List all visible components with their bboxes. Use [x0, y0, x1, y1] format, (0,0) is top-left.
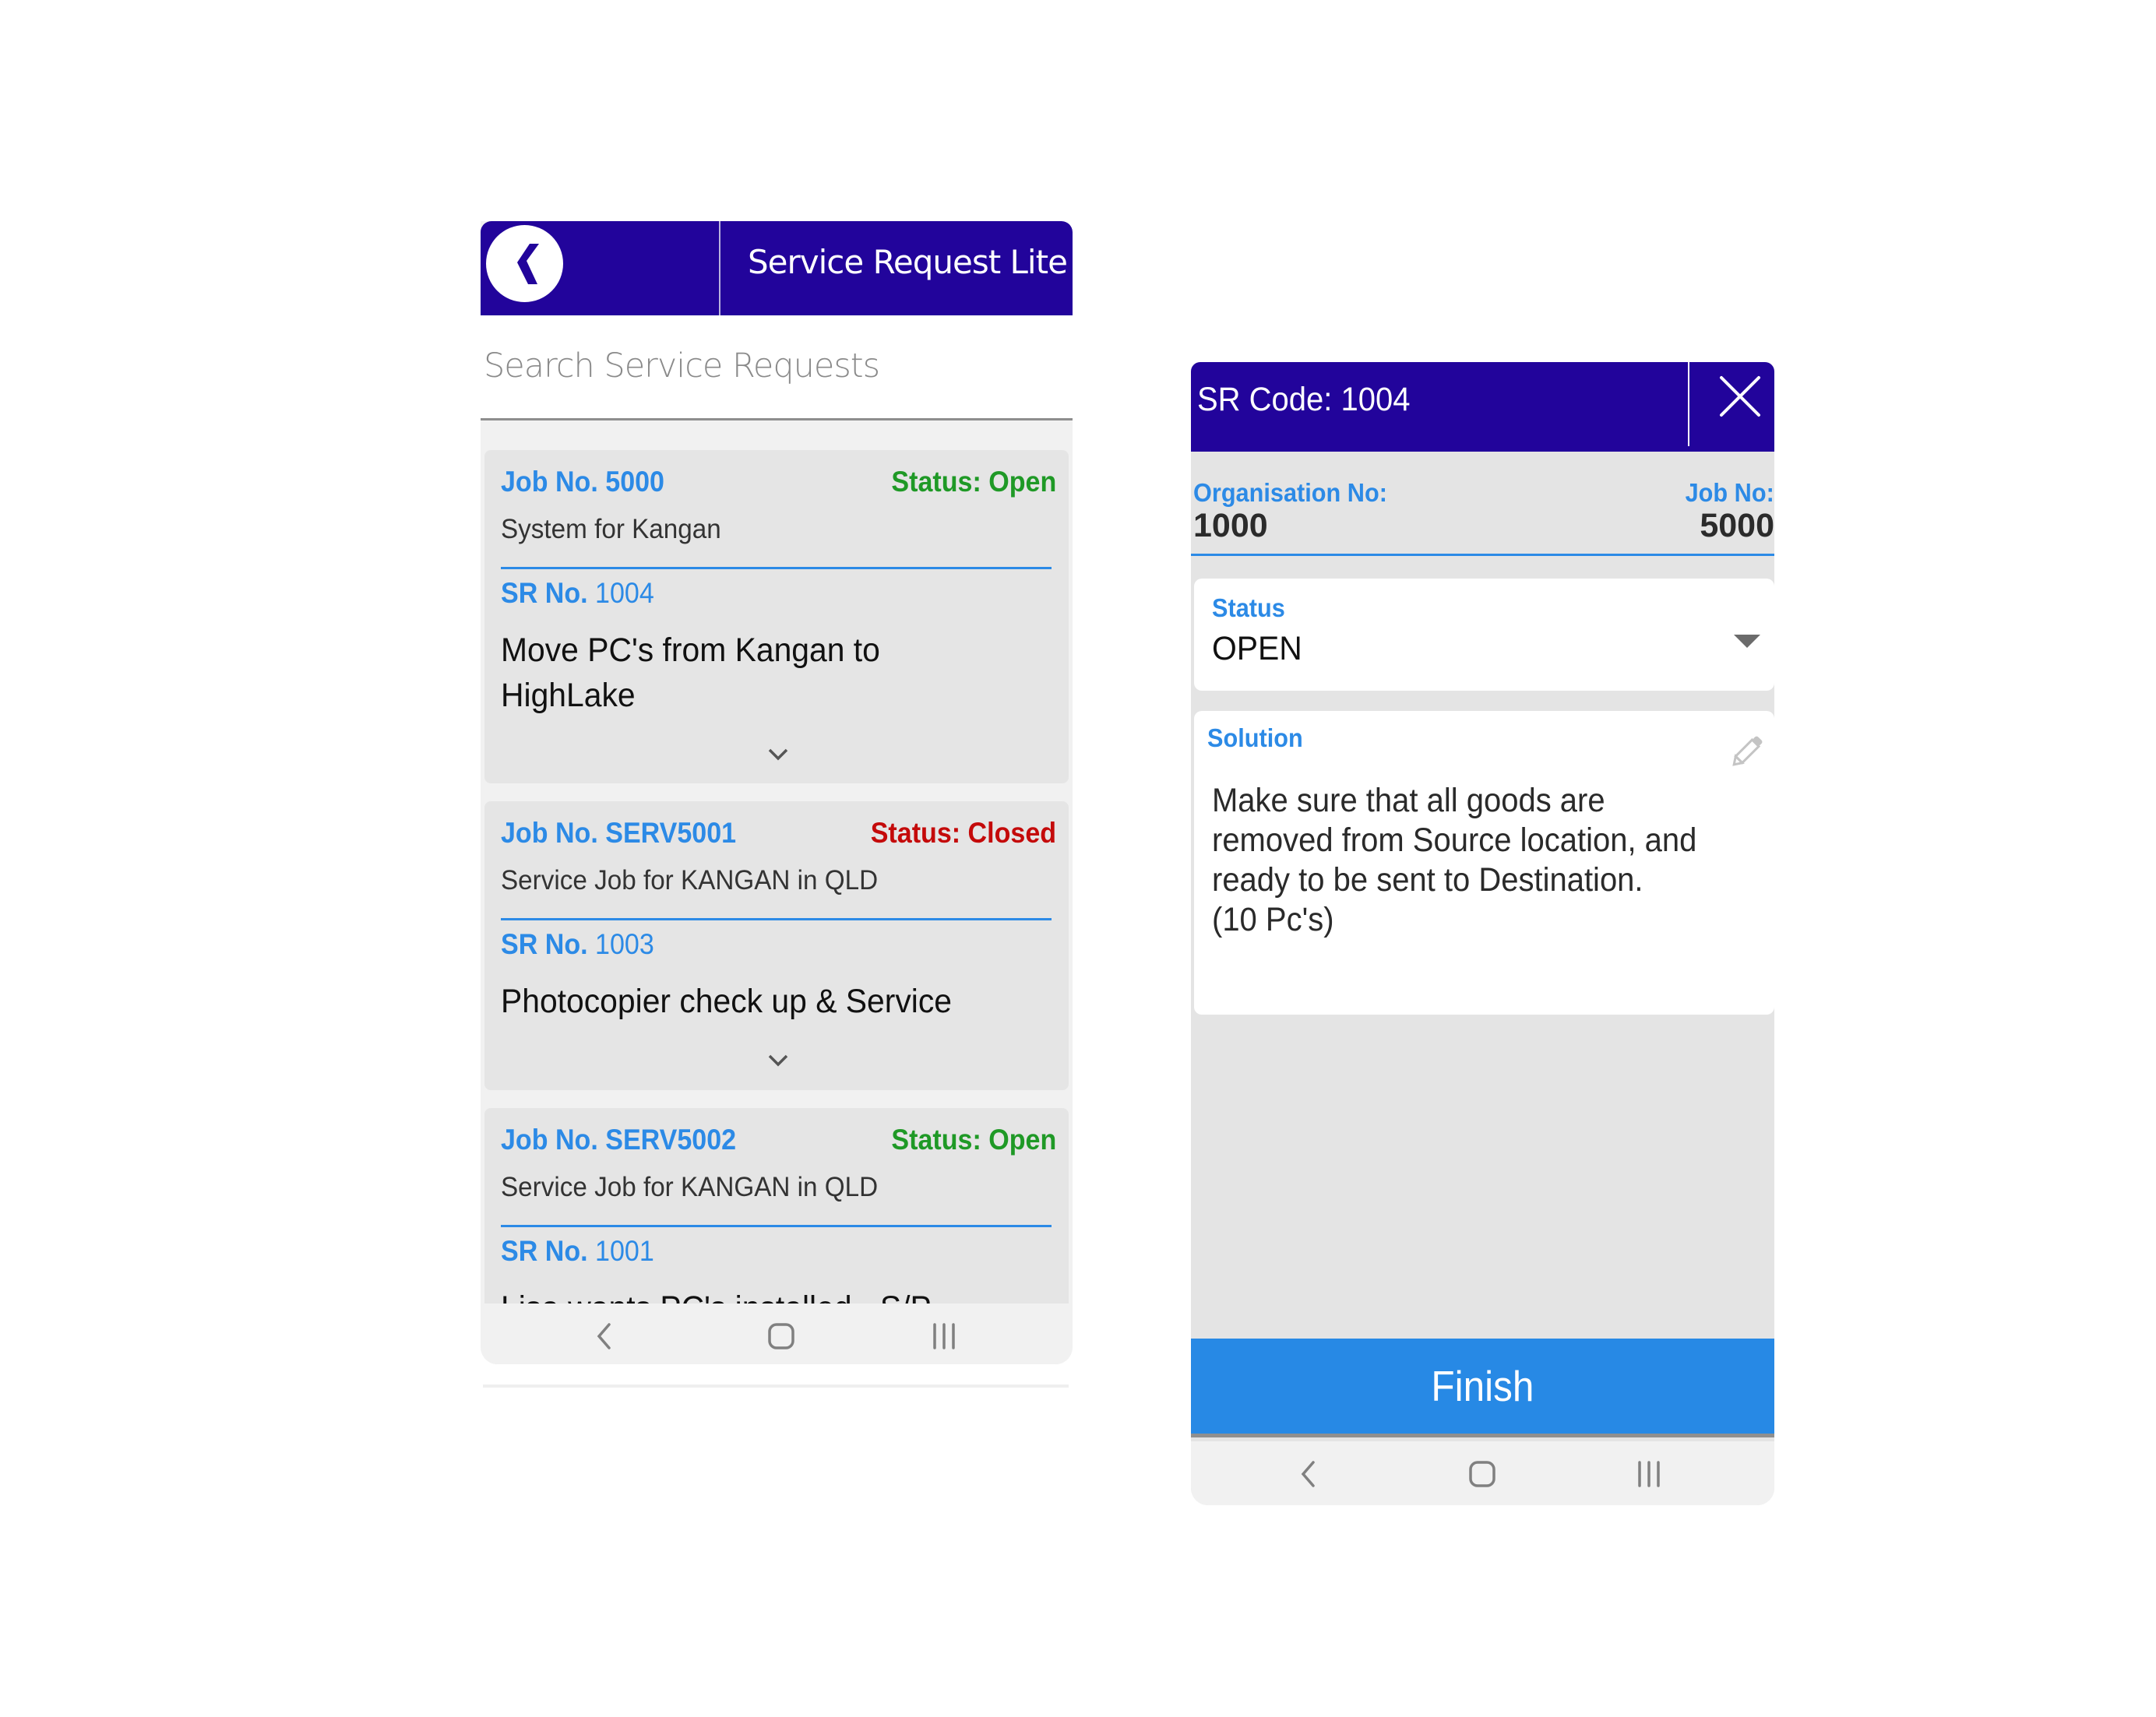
nav-home-icon	[768, 1323, 794, 1349]
chevron-down-icon[interactable]	[766, 746, 790, 763]
job-value: 5000	[1700, 507, 1774, 544]
solution-field[interactable]: Solution	[1194, 711, 1774, 1015]
nav-recents-button[interactable]	[928, 1321, 960, 1352]
close-icon[interactable]	[1717, 373, 1763, 420]
nav-home-button[interactable]	[1467, 1458, 1498, 1490]
nav-recents-icon	[1638, 1461, 1660, 1487]
nav-back-icon	[1301, 1461, 1315, 1487]
sr-number: SR No. 1004	[501, 577, 654, 610]
job-number: Job No. SERV5001	[501, 817, 737, 849]
job-subtitle: Service Job for KANGAN in QLD	[501, 1172, 879, 1202]
search-underline	[481, 418, 1073, 420]
nav-recents-button[interactable]	[1633, 1458, 1665, 1490]
sr-code-title: SR Code: 1004	[1197, 381, 1411, 418]
job-number: Job No. SERV5002	[501, 1124, 737, 1156]
sr-description: Move PC's from Kangan to HighLake	[501, 632, 880, 714]
card-divider	[501, 1225, 1052, 1227]
system-nav-bar	[1191, 1441, 1774, 1505]
header-divider	[1688, 362, 1689, 446]
nav-back-icon	[597, 1323, 611, 1349]
status-badge: Status: Closed	[870, 817, 1056, 849]
sr-description: Photocopier check up & Service	[501, 983, 953, 1020]
sr-label: SR No.	[501, 928, 588, 960]
card-divider	[501, 918, 1052, 920]
sr-value: 1003	[595, 928, 654, 960]
job-subtitle: Service Job for KANGAN in QLD	[501, 865, 879, 895]
organisation-label: Organisation No:	[1193, 478, 1387, 507]
nav-recents-icon	[933, 1323, 955, 1349]
sr-number: SR No. 1003	[501, 928, 654, 961]
app-header: Service Request Lite	[481, 221, 1073, 315]
sr-value: 1001	[595, 1235, 654, 1267]
service-request-list-screen: Service Request Lite Job No. 5000 Status…	[481, 221, 1073, 1364]
finish-button[interactable]: Finish	[1191, 1339, 1774, 1437]
job-subtitle: System for Kangan	[501, 514, 721, 544]
status-badge: Status: Open	[891, 466, 1056, 498]
sr-value: 1004	[595, 577, 654, 609]
organisation-value: 1000	[1193, 507, 1268, 544]
sr-number: SR No. 1001	[501, 1235, 654, 1268]
service-request-card[interactable]: Job No. SERV5001 Status: Closed Service …	[484, 801, 1069, 1090]
solution-label: Solution	[1207, 723, 1303, 752]
screen-edge-shadow	[483, 1385, 1069, 1388]
search-input[interactable]	[484, 339, 1060, 393]
card-divider	[501, 567, 1052, 569]
pencil-icon[interactable]	[1731, 731, 1767, 767]
app-title: Service Request Lite	[748, 243, 1068, 281]
solution-textarea[interactable]	[1212, 781, 1730, 983]
service-request-detail-screen: SR Code: 1004 Organisation No: 1000 Job …	[1191, 362, 1774, 1505]
job-info-section: Organisation No: 1000 Job No: 5000	[1191, 452, 1774, 555]
back-chevron-icon	[516, 243, 539, 284]
sr-label: SR No.	[501, 1235, 588, 1267]
job-label: Job No:	[1685, 478, 1774, 507]
system-nav-bar	[481, 1304, 1073, 1364]
job-number: Job No. 5000	[501, 466, 665, 498]
detail-header: SR Code: 1004	[1191, 362, 1774, 452]
status-badge: Status: Open	[891, 1124, 1056, 1156]
status-dropdown[interactable]: Status OPEN	[1194, 579, 1774, 691]
nav-back-button[interactable]	[588, 1321, 619, 1352]
service-request-card[interactable]: Job No. 5000 Status: Open System for Kan…	[484, 450, 1069, 783]
status-value: OPEN	[1212, 630, 1302, 667]
finish-label: Finish	[1431, 1362, 1534, 1410]
back-button[interactable]	[486, 225, 563, 302]
chevron-down-icon[interactable]	[766, 1052, 790, 1069]
header-divider	[719, 221, 720, 315]
nav-home-button[interactable]	[766, 1321, 797, 1352]
nav-back-button[interactable]	[1292, 1458, 1323, 1490]
info-divider	[1191, 554, 1774, 556]
sr-label: SR No.	[501, 577, 588, 609]
status-label: Status	[1212, 593, 1285, 622]
dropdown-arrow-icon[interactable]	[1734, 635, 1760, 648]
search-area	[481, 315, 1073, 420]
nav-home-icon	[1469, 1461, 1495, 1487]
